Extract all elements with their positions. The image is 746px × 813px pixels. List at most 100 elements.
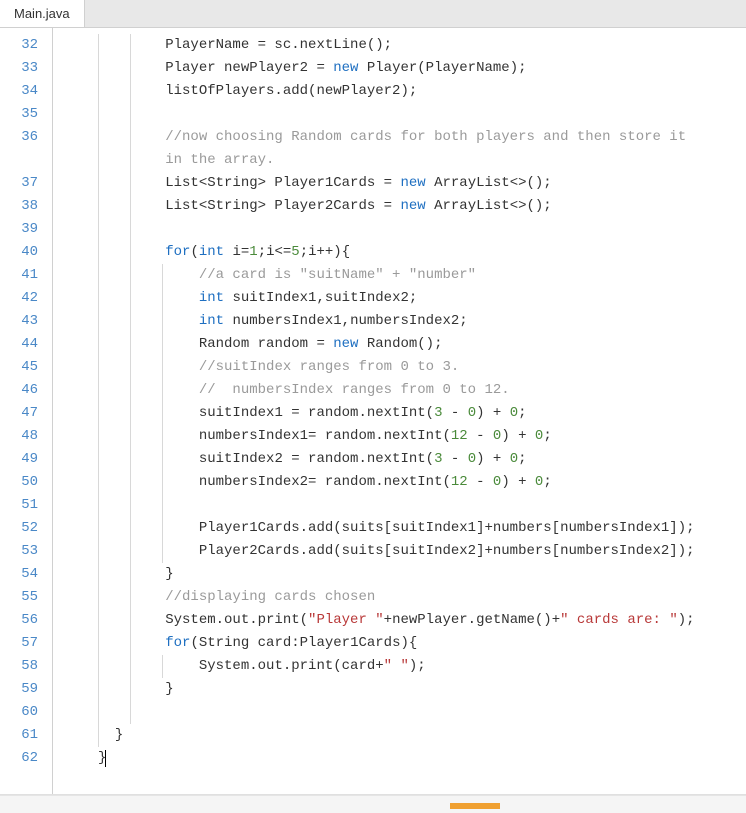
code-line[interactable]: //displaying cards chosen: [98, 586, 746, 609]
line-number: 55: [0, 586, 38, 609]
code-line[interactable]: // numbersIndex ranges from 0 to 12.: [98, 379, 746, 402]
code-line[interactable]: System.out.print("Player "+newPlayer.get…: [98, 609, 746, 632]
indent-guide: [130, 356, 131, 379]
line-number: 42: [0, 287, 38, 310]
line-number: 32: [0, 34, 38, 57]
code-line[interactable]: suitIndex2 = random.nextInt(3 - 0) + 0;: [98, 448, 746, 471]
code-line[interactable]: [98, 494, 746, 517]
indent-guide: [98, 149, 99, 172]
code-line[interactable]: suitIndex1 = random.nextInt(3 - 0) + 0;: [98, 402, 746, 425]
line-number: 43: [0, 310, 38, 333]
token-id: }: [115, 727, 123, 743]
code-line[interactable]: in the array.: [98, 149, 746, 172]
line-number: 47: [0, 402, 38, 425]
code-line[interactable]: }: [98, 724, 746, 747]
indent-guide: [162, 379, 163, 402]
line-number: 62: [0, 747, 38, 770]
token-num: 5: [291, 244, 299, 260]
indent-guide: [98, 126, 99, 149]
token-id: Player2Cards.add(suits[suitIndex2]+numbe…: [199, 543, 695, 559]
file-tab[interactable]: Main.java: [0, 0, 85, 27]
indent-guide: [98, 172, 99, 195]
code-line[interactable]: //now choosing Random cards for both pla…: [98, 126, 746, 149]
indent-guide: [98, 609, 99, 632]
code-line[interactable]: Player1Cards.add(suits[suitIndex1]+numbe…: [98, 517, 746, 540]
indent-guide: [130, 103, 131, 126]
line-number: 51: [0, 494, 38, 517]
code-line[interactable]: Player newPlayer2 = new Player(PlayerNam…: [98, 57, 746, 80]
token-kw: new: [333, 336, 358, 352]
line-number: 38: [0, 195, 38, 218]
code-line[interactable]: [98, 701, 746, 724]
token-kw: int: [199, 313, 224, 329]
code-line[interactable]: numbersIndex2= random.nextInt(12 - 0) + …: [98, 471, 746, 494]
code-line[interactable]: System.out.print(card+" ");: [98, 655, 746, 678]
indent-guide: [98, 241, 99, 264]
indent-guide: [98, 448, 99, 471]
token-id: ;: [543, 428, 551, 444]
token-cmt: //now choosing Random cards for both pla…: [165, 129, 686, 145]
token-kw: new: [400, 175, 425, 191]
code-area[interactable]: PlayerName = sc.nextLine(); Player newPl…: [98, 28, 746, 813]
line-number: 37: [0, 172, 38, 195]
code-line[interactable]: }: [98, 563, 746, 586]
code-line[interactable]: int suitIndex1,suitIndex2;: [98, 287, 746, 310]
token-id: Player1Cards.add(suits[suitIndex1]+numbe…: [199, 520, 695, 536]
line-number: 61: [0, 724, 38, 747]
code-line[interactable]: for(int i=1;i<=5;i++){: [98, 241, 746, 264]
code-line[interactable]: }: [98, 747, 746, 770]
code-line[interactable]: listOfPlayers.add(newPlayer2);: [98, 80, 746, 103]
token-id: numbersIndex1,numbersIndex2;: [224, 313, 468, 329]
minimap-highlight: [450, 803, 500, 809]
token-id: );: [409, 658, 426, 674]
indent-guide: [162, 540, 163, 563]
code-line[interactable]: List<String> Player2Cards = new ArrayLis…: [98, 195, 746, 218]
code-line[interactable]: List<String> Player1Cards = new ArrayLis…: [98, 172, 746, 195]
indent-guide: [98, 632, 99, 655]
indent-guide: [98, 195, 99, 218]
indent-guide: [130, 264, 131, 287]
indent-guide: [130, 126, 131, 149]
line-number-gutter: 3233343536373839404142434445464748495051…: [0, 28, 48, 813]
token-id: -: [468, 474, 493, 490]
indent-guide: [130, 149, 131, 172]
token-id: ;: [518, 405, 526, 421]
code-line[interactable]: for(String card:Player1Cards){: [98, 632, 746, 655]
indent-guide: [98, 701, 99, 724]
token-id: (: [190, 244, 198, 260]
indent-guide: [162, 425, 163, 448]
token-id: Random random =: [199, 336, 333, 352]
line-number: 44: [0, 333, 38, 356]
code-line[interactable]: numbersIndex1= random.nextInt(12 - 0) + …: [98, 425, 746, 448]
token-id: Player newPlayer2 =: [165, 60, 333, 76]
indent-guide: [130, 402, 131, 425]
line-number: 40: [0, 241, 38, 264]
line-number: 54: [0, 563, 38, 586]
code-line[interactable]: Random random = new Random();: [98, 333, 746, 356]
code-line[interactable]: Player2Cards.add(suits[suitIndex2]+numbe…: [98, 540, 746, 563]
token-id: (String card:Player1Cards){: [190, 635, 417, 651]
token-id: System.out.print(: [165, 612, 308, 628]
indent-guide: [98, 264, 99, 287]
token-id: ) +: [501, 474, 535, 490]
indent-guide: [130, 287, 131, 310]
code-editor[interactable]: 3233343536373839404142434445464748495051…: [0, 28, 746, 813]
code-line[interactable]: PlayerName = sc.nextLine();: [98, 34, 746, 57]
indent-guide: [130, 241, 131, 264]
token-str: "Player ": [308, 612, 384, 628]
code-line[interactable]: [98, 218, 746, 241]
code-line[interactable]: //suitIndex ranges from 0 to 3.: [98, 356, 746, 379]
code-line[interactable]: }: [98, 678, 746, 701]
token-id: -: [442, 405, 467, 421]
indent-guide: [98, 494, 99, 517]
token-id: PlayerName = sc.nextLine();: [165, 37, 392, 53]
token-str: " cards are: ": [560, 612, 678, 628]
indent-guide: [98, 356, 99, 379]
indent-guide: [162, 402, 163, 425]
code-line[interactable]: [98, 103, 746, 126]
code-line[interactable]: //a card is "suitName" + "number": [98, 264, 746, 287]
token-id: Random();: [358, 336, 442, 352]
code-line[interactable]: int numbersIndex1,numbersIndex2;: [98, 310, 746, 333]
line-number: 41: [0, 264, 38, 287]
token-num: 1: [249, 244, 257, 260]
